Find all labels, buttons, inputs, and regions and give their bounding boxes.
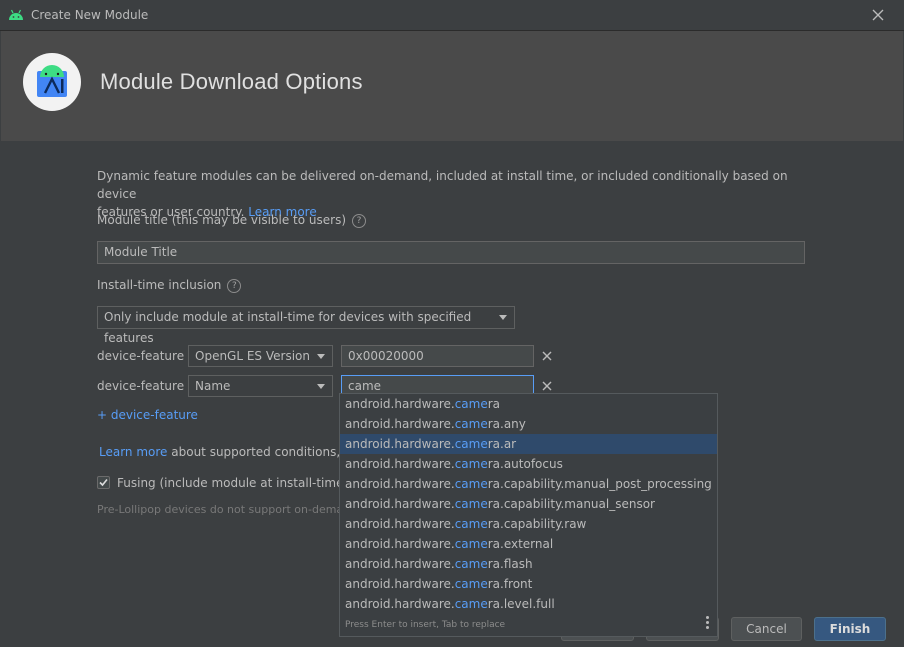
item-suffix: ra.capability.raw	[487, 517, 587, 531]
condition-type-value: OpenGL ES Version	[195, 349, 310, 363]
intro-line1: Dynamic feature modules can be delivered…	[97, 169, 788, 201]
condition-label: device-feature	[97, 379, 185, 393]
autocomplete-list: android.hardware.camera android.hardware.…	[340, 394, 717, 614]
autocomplete-item[interactable]: android.hardware.camera.ar	[340, 434, 717, 454]
item-prefix: android.hardware.	[345, 457, 455, 471]
page-title: Module Download Options	[100, 69, 363, 94]
chevron-down-icon	[499, 315, 507, 320]
item-match: came	[454, 597, 488, 611]
autocomplete-item[interactable]: android.hardware.camera.external	[340, 534, 717, 554]
autocomplete-item[interactable]: android.hardware.camera.capability.raw	[340, 514, 717, 534]
item-suffix: ra.ar	[487, 437, 517, 451]
finish-button[interactable]: Finish	[814, 617, 886, 641]
autocomplete-hint: Press Enter to insert, Tab to replace	[345, 620, 506, 630]
help-icon[interactable]: ?	[352, 214, 367, 228]
item-prefix: android.hardware.	[345, 517, 455, 531]
item-suffix: ra.any	[487, 417, 526, 431]
autocomplete-item[interactable]: android.hardware.camera.flash	[340, 554, 717, 574]
fusing-checkbox[interactable]	[97, 476, 110, 489]
item-prefix: android.hardware.	[345, 437, 455, 451]
item-prefix: android.hardware.	[345, 577, 455, 591]
item-prefix: android.hardware.	[345, 537, 455, 551]
install-time-dropdown[interactable]: Only include module at install-time for …	[97, 306, 515, 345]
item-suffix: ra.autofocus	[487, 457, 563, 471]
item-prefix: android.hardware.	[345, 397, 455, 411]
chevron-down-icon	[317, 384, 325, 389]
remove-condition-icon[interactable]	[540, 349, 554, 363]
item-prefix: android.hardware.	[345, 477, 455, 491]
item-suffix: ra.capability.manual_sensor	[487, 497, 655, 511]
condition-value-input[interactable]: 0x00020000	[341, 345, 534, 367]
item-suffix: ra.external	[487, 537, 554, 551]
item-match: came	[454, 437, 488, 451]
remove-condition-icon[interactable]	[540, 379, 554, 393]
item-match: came	[454, 557, 488, 571]
window-title-bar: Create New Module	[0, 0, 904, 31]
item-suffix: ra	[487, 397, 501, 411]
item-match: came	[454, 577, 488, 591]
install-time-label-row: Install-time inclusion?	[97, 278, 242, 293]
autocomplete-item[interactable]: android.hardware.camera	[340, 394, 717, 414]
install-time-label: Install-time inclusion	[97, 278, 222, 292]
conditions-note-text: about supported conditions, suc	[171, 445, 365, 459]
item-match: came	[454, 417, 488, 431]
item-match: came	[454, 497, 488, 511]
item-match: came	[454, 477, 488, 491]
chevron-down-icon	[317, 354, 325, 359]
item-prefix: android.hardware.	[345, 497, 455, 511]
autocomplete-item[interactable]: android.hardware.camera.capability.manua…	[340, 474, 717, 494]
window-title: Create New Module	[31, 8, 149, 22]
condition-type-dropdown[interactable]: Name	[188, 375, 333, 397]
android-studio-icon	[37, 65, 67, 97]
item-suffix: ra.capability.manual_post_processing	[487, 477, 712, 491]
add-device-feature-link[interactable]: + device-feature	[97, 408, 198, 422]
more-options-icon[interactable]	[706, 616, 709, 631]
close-icon[interactable]	[868, 5, 888, 25]
android-icon	[9, 9, 23, 20]
condition-type-value: Name	[195, 379, 231, 393]
learn-more-conditions-link[interactable]: Learn more	[99, 445, 167, 459]
item-prefix: android.hardware.	[345, 597, 455, 611]
help-icon[interactable]: ?	[227, 279, 242, 293]
item-match: came	[454, 537, 488, 551]
item-suffix: ra.level.full	[487, 597, 555, 611]
item-prefix: android.hardware.	[345, 557, 455, 571]
condition-type-dropdown[interactable]: OpenGL ES Version	[188, 345, 333, 367]
checkmark-icon	[99, 478, 108, 487]
fusing-label: Fusing (include module at install-time f…	[117, 476, 359, 490]
cancel-button[interactable]: Cancel	[731, 617, 802, 641]
item-suffix: ra.flash	[487, 557, 533, 571]
autocomplete-item[interactable]: android.hardware.camera.front	[340, 574, 717, 594]
item-prefix: android.hardware.	[345, 417, 455, 431]
wizard-header: Module Download Options	[1, 31, 903, 141]
autocomplete-item[interactable]: android.hardware.camera.level.full	[340, 594, 717, 614]
autocomplete-item[interactable]: android.hardware.camera.any	[340, 414, 717, 434]
conditions-note: Learn more about supported conditions, s…	[99, 445, 364, 459]
item-match: came	[454, 517, 488, 531]
autocomplete-item[interactable]: android.hardware.camera.capability.manua…	[340, 494, 717, 514]
android-studio-logo	[23, 53, 81, 111]
module-title-input[interactable]: Module Title	[97, 241, 805, 264]
item-match: came	[454, 397, 488, 411]
item-match: came	[454, 457, 488, 471]
item-suffix: ra.front	[487, 577, 533, 591]
pre-lollipop-note: Pre-Lollipop devices do not support on-d…	[97, 503, 348, 516]
autocomplete-popup: android.hardware.camera android.hardware.…	[339, 393, 718, 637]
module-title-label: Module title (this may be visible to use…	[97, 213, 347, 227]
condition-label: device-feature	[97, 349, 185, 363]
module-title-label-row: Module title (this may be visible to use…	[97, 213, 367, 228]
autocomplete-item[interactable]: android.hardware.camera.autofocus	[340, 454, 717, 474]
